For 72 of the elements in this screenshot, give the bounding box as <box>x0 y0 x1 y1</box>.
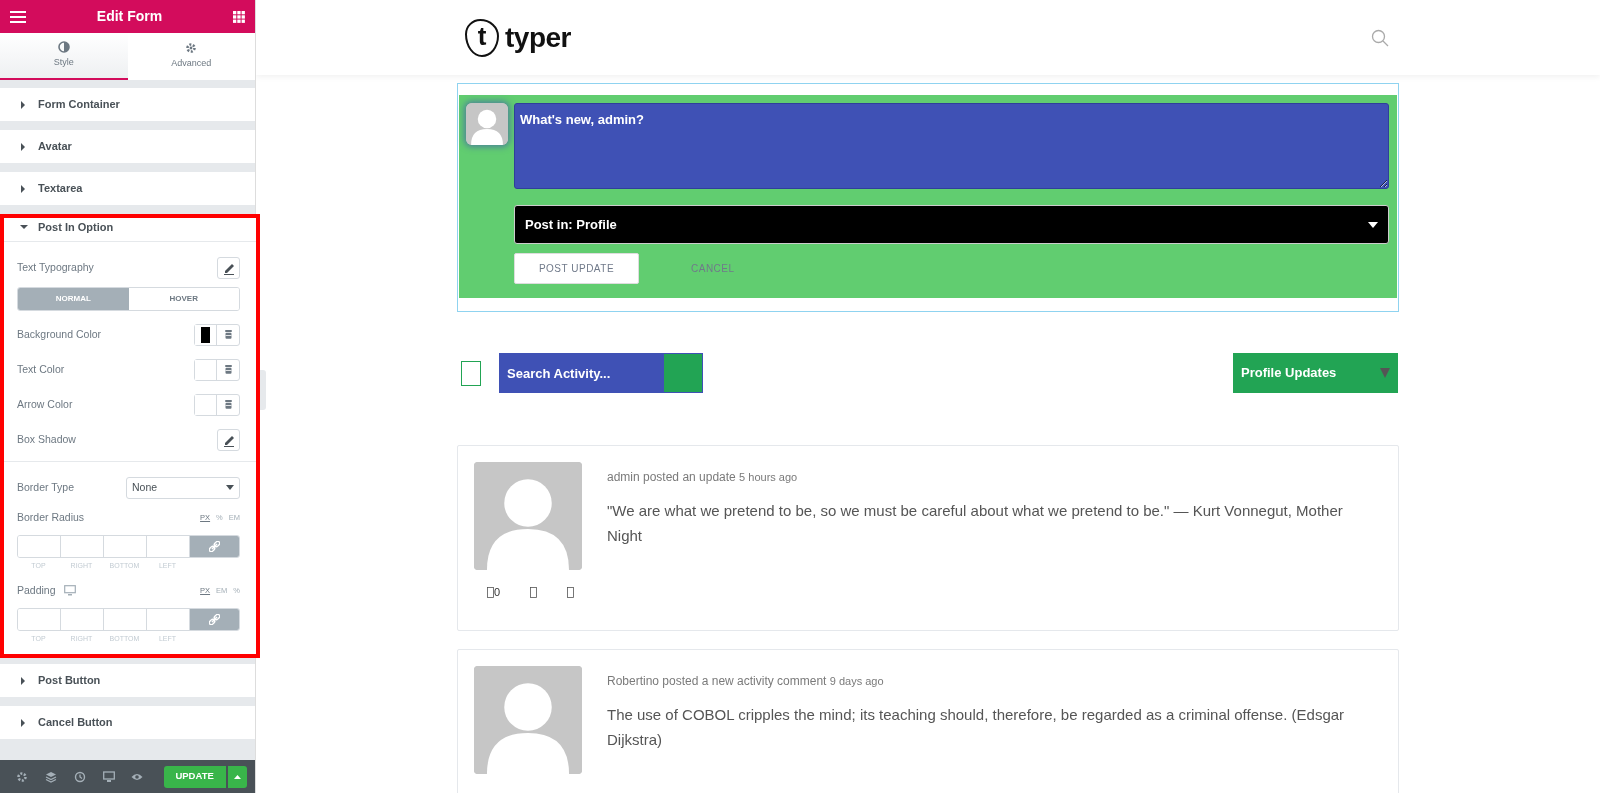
control-label: Text Typography <box>17 259 94 275</box>
activity-meta: Robertino posted a new activity comment 9 days ago <box>607 673 885 690</box>
dimension-field[interactable] <box>18 608 61 630</box>
logo-mark[interactable]: t <box>465 18 499 57</box>
control-label: Border Type <box>17 479 74 495</box>
layers-icon[interactable] <box>45 770 58 783</box>
monitor-icon[interactable] <box>63 585 76 596</box>
trash-icon[interactable] <box>223 399 233 410</box>
control-label: Box Shadow <box>17 431 76 447</box>
collapse-handle[interactable] <box>260 370 266 410</box>
activity-meta: admin posted an update 5 hours ago <box>607 469 799 486</box>
history-icon[interactable] <box>73 770 86 783</box>
edit-button[interactable] <box>217 256 240 279</box>
gear-icon[interactable] <box>16 770 29 783</box>
control-label: Border Radius <box>17 510 85 526</box>
trash-icon[interactable] <box>223 364 233 375</box>
control-label: Background Color <box>17 326 102 342</box>
caret-icon <box>233 774 241 779</box>
dimensions-control[interactable] <box>17 535 240 558</box>
caret-icon <box>20 100 28 109</box>
activity-text: "We are what we pretend to be, so we must be careful about what we pretend to be." — Kurt Vonnegut, Mother Night <box>607 501 1344 546</box>
select-field[interactable]: None <box>126 476 240 499</box>
logo-text[interactable]: typer <box>505 16 571 59</box>
color-swatch[interactable] <box>195 394 217 415</box>
caret-icon <box>20 676 28 685</box>
control-label: Padding <box>17 582 56 598</box>
filter-select[interactable]: Profile Updates <box>1233 353 1398 393</box>
section-header[interactable]: Avatar <box>0 130 255 163</box>
section-header[interactable]: Textarea <box>0 172 255 205</box>
section-header[interactable]: Post In Option <box>4 214 256 242</box>
options-button[interactable] <box>227 765 247 788</box>
panel-title: Edit Form <box>96 7 163 26</box>
box-icon[interactable] <box>530 586 538 598</box>
section-header[interactable]: Post Button <box>0 664 255 697</box>
gear-icon <box>185 42 198 55</box>
search-button[interactable] <box>663 353 703 393</box>
caret-icon <box>1368 221 1378 228</box>
caret-icon <box>226 485 234 490</box>
comment-button[interactable]: 0 <box>487 584 501 601</box>
menu-icon[interactable] <box>10 10 26 23</box>
color-swatch[interactable] <box>195 359 217 380</box>
update-button[interactable]: UPDATE <box>163 765 226 788</box>
caret-icon <box>20 142 28 151</box>
contrast-icon <box>57 41 70 54</box>
caret-icon <box>20 184 28 193</box>
post-textarea[interactable]: What's new, admin? <box>514 103 1389 189</box>
search-icon[interactable] <box>1371 28 1389 47</box>
trash-icon[interactable] <box>223 329 233 340</box>
link-button[interactable] <box>190 536 239 557</box>
link-button[interactable] <box>190 608 239 630</box>
control-label: Text Color <box>17 361 65 377</box>
post-button[interactable]: POST UPDATE <box>514 253 639 284</box>
dimensions-control[interactable] <box>17 607 240 631</box>
post-in-select[interactable]: Post in: Profile <box>514 205 1389 244</box>
section-header[interactable]: Cancel Button <box>0 706 255 739</box>
section-header[interactable]: Form Container <box>0 88 255 121</box>
monitor-icon[interactable] <box>102 770 115 783</box>
box-icon[interactable] <box>567 586 575 598</box>
caret-icon <box>20 223 28 232</box>
avatar <box>466 103 508 145</box>
link-icon <box>209 613 220 625</box>
link-icon <box>209 541 220 552</box>
checkbox[interactable] <box>461 360 481 386</box>
caret-icon <box>20 718 28 727</box>
control-label: Arrow Color <box>17 396 73 412</box>
edit-button[interactable] <box>217 428 240 451</box>
dimension-field[interactable] <box>18 536 61 557</box>
color-swatch[interactable] <box>195 324 217 345</box>
activity-text: The use of COBOL cripples the mind; its teaching should, therefore, be regarded as a criminal offense. (Edsgar Dijkstra) <box>607 705 1346 750</box>
search-field[interactable]: Search Activity... <box>499 353 663 393</box>
grid-icon[interactable] <box>233 10 245 23</box>
caret-icon <box>1380 368 1390 378</box>
